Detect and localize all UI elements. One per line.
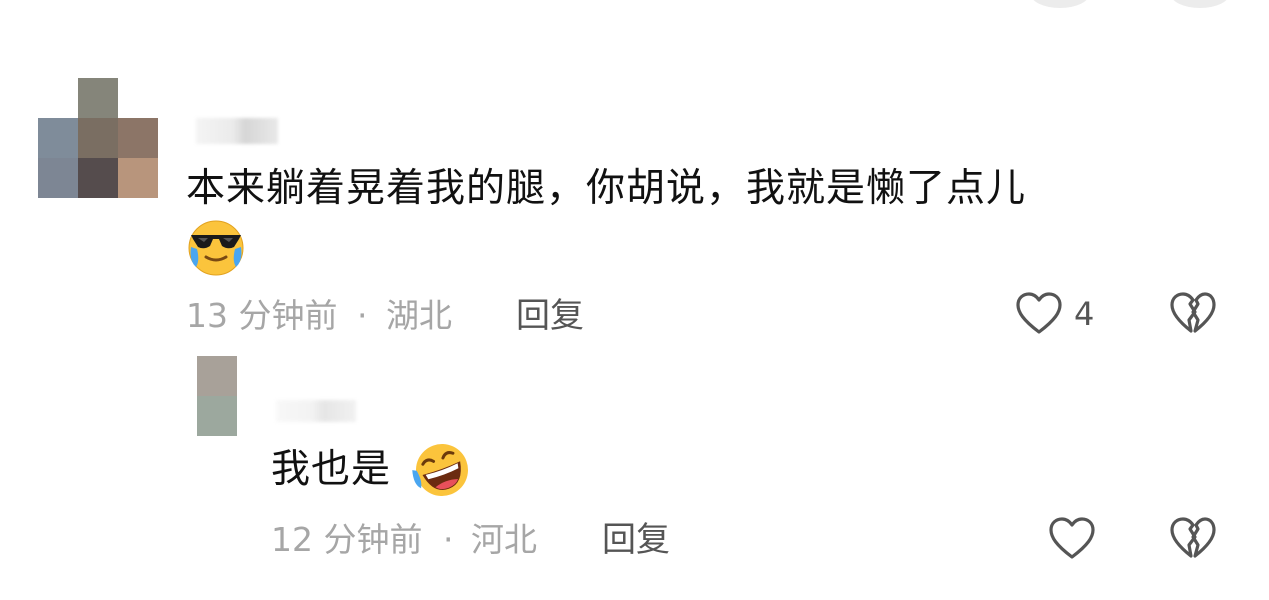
meta-separator: ·	[443, 520, 454, 559]
comment-time: 12 分钟前	[271, 520, 423, 559]
like-count: 4	[1074, 295, 1095, 333]
comment-text: 本来躺着晃着我的腿，你胡说，我就是懒了点儿	[186, 166, 1027, 211]
broken-heart-icon	[1170, 517, 1216, 558]
comment-time: 13 分钟前	[186, 296, 338, 335]
top-partial-shape	[1170, 0, 1230, 8]
reply-button[interactable]: 回复	[602, 518, 670, 562]
comment-location: 湖北	[386, 296, 452, 335]
dislike-button[interactable]	[1168, 515, 1218, 563]
comment-text: 我也是	[271, 447, 392, 492]
username[interactable]	[196, 118, 278, 144]
avatar[interactable]	[38, 78, 158, 198]
dislike-button[interactable]	[1168, 290, 1218, 338]
rofl-emoji	[412, 444, 468, 496]
username[interactable]	[276, 400, 356, 422]
meta-separator: ·	[357, 296, 368, 335]
reply-button[interactable]: 回复	[516, 294, 584, 338]
like-button[interactable]	[1047, 515, 1097, 563]
top-partial-shape	[1030, 0, 1090, 8]
like-button[interactable]: 4	[1014, 290, 1104, 340]
cool-face-crying-emoji	[188, 220, 244, 276]
comment-location: 河北	[471, 520, 537, 559]
broken-heart-icon	[1170, 292, 1216, 333]
heart-icon	[1016, 292, 1062, 334]
heart-icon	[1049, 517, 1095, 559]
avatar[interactable]	[197, 356, 237, 436]
